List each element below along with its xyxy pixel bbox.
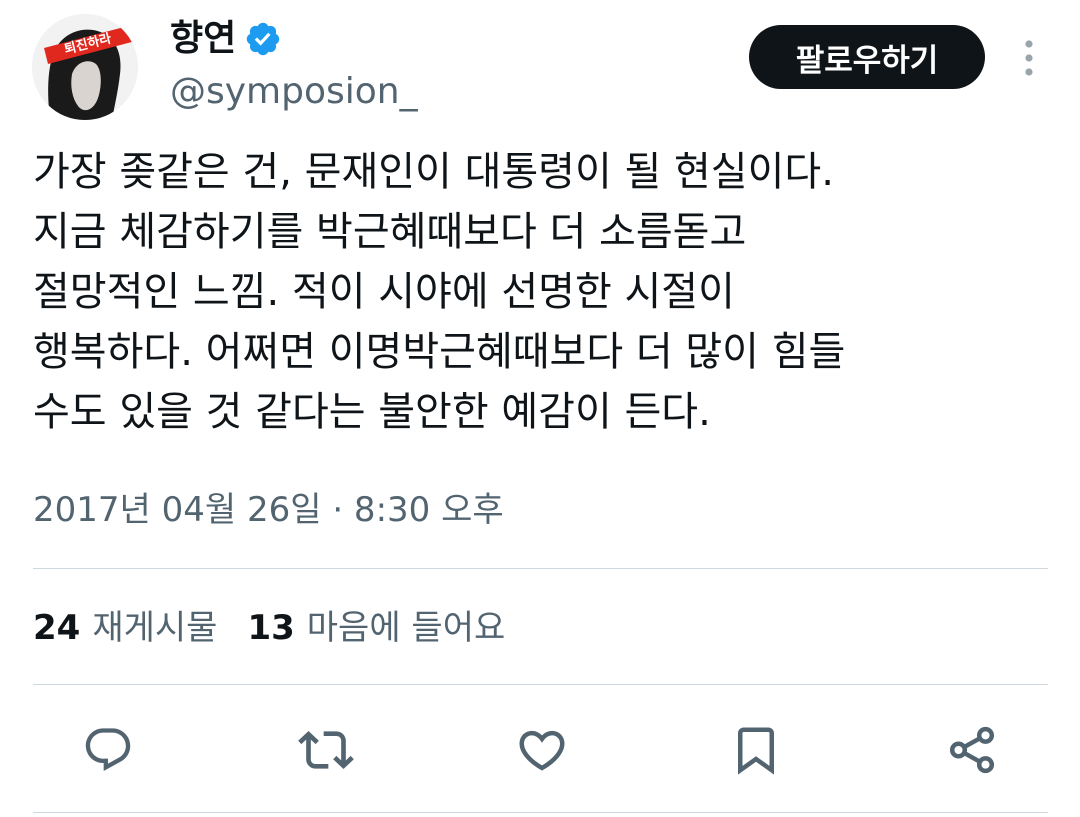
tweet-text-line: 행복하다. 어쩌면 이명박근혜때보다 더 많이 힘들: [33, 329, 846, 375]
bookmark-icon[interactable]: [726, 720, 786, 780]
avatar[interactable]: 퇴진하라: [32, 14, 138, 120]
likes-label: 마음에 들어요: [306, 608, 506, 648]
likes-count: 13: [247, 608, 295, 648]
tweet-text-line: 가장 좆같은 건, 문재인이 대통령이 될 현실이다.: [33, 149, 834, 195]
author-display-name: 향연: [170, 18, 237, 59]
share-icon[interactable]: [942, 720, 1002, 780]
avatar-image: 퇴진하라: [32, 14, 138, 120]
repost-icon[interactable]: [296, 720, 356, 780]
divider: [33, 568, 1048, 569]
reposts-label: 재게시물: [92, 608, 218, 648]
like-icon[interactable]: [512, 720, 572, 780]
engagement-stats: 24 재게시물 13 마음에 들어요: [33, 603, 505, 653]
tweet-text-line: 절망적인 느낌. 적이 시야에 선명한 시절이: [33, 269, 735, 315]
tweet-text-line: 수도 있을 것 같다는 불안한 예감이 든다.: [33, 389, 711, 435]
tweet-text-line: 지금 체감하기를 박근혜때보다 더 소름돋고: [33, 209, 747, 255]
verified-badge-icon[interactable]: [244, 20, 282, 58]
reply-icon[interactable]: [78, 720, 138, 780]
more-options-icon[interactable]: [1012, 36, 1046, 80]
divider: [33, 684, 1048, 685]
reposts-stat[interactable]: 24 재게시물: [33, 603, 217, 653]
divider: [33, 812, 1048, 813]
reposts-count: 24: [33, 608, 81, 648]
likes-stat[interactable]: 13 마음에 들어요: [247, 603, 505, 653]
author-name-row[interactable]: 향연: [170, 14, 282, 64]
tweet-timestamp[interactable]: 2017년 04월 26일 · 8:30 오후: [33, 485, 504, 535]
follow-button[interactable]: 팔로우하기: [749, 25, 985, 89]
tweet-text: 가장 좆같은 건, 문재인이 대통령이 될 현실이다. 지금 체감하기를 박근혜…: [33, 142, 1053, 442]
author-handle[interactable]: @symposion_: [170, 68, 418, 116]
